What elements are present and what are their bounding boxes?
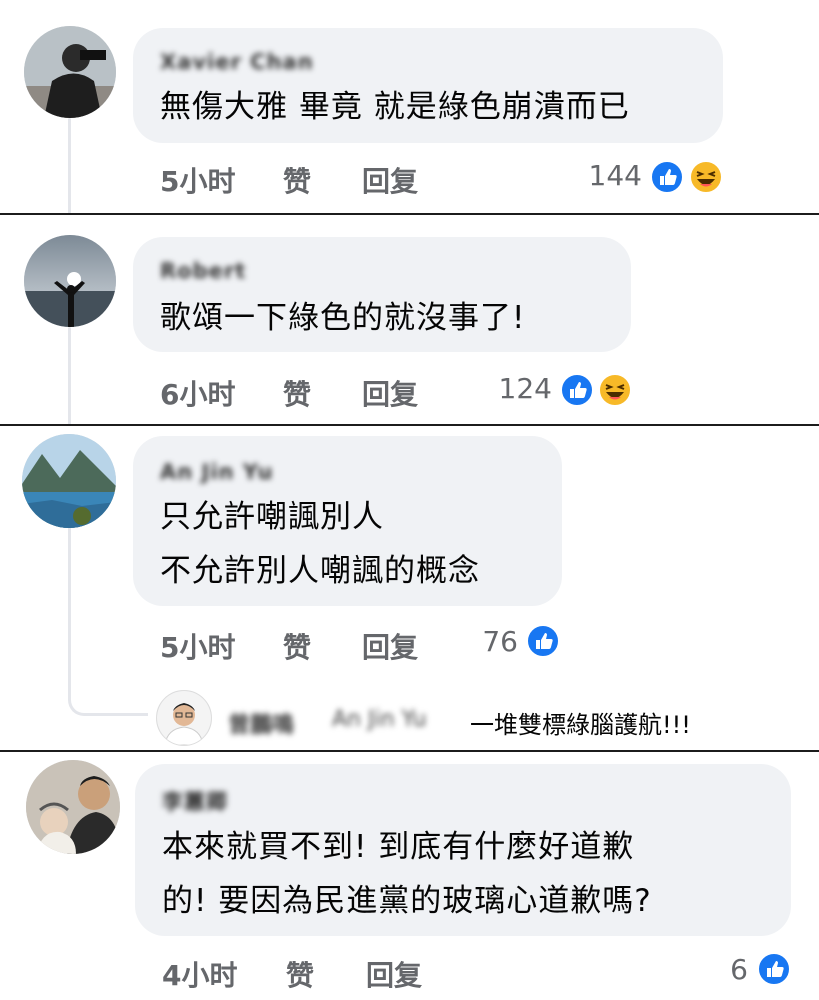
- comment-time[interactable]: 5小时: [160, 160, 235, 200]
- comment-author[interactable]: Robert: [160, 259, 246, 283]
- comment-line: 歌頌一下綠色的就沒事了!: [160, 300, 526, 336]
- reply-text: 一堆雙標綠腦護航!!!: [470, 711, 691, 739]
- comment-panel: An Jin Yu 只允許嘲諷別人 不允許別人嘲諷的概念 5小时 赞 回复 76…: [0, 426, 819, 750]
- comment-time[interactable]: 5小时: [160, 626, 235, 666]
- avatar[interactable]: [26, 760, 120, 854]
- comment-time[interactable]: 4小时: [162, 954, 237, 994]
- reply-author[interactable]: 曾鵬鳴: [228, 707, 294, 739]
- reply-button[interactable]: 回复: [366, 954, 422, 994]
- avatar[interactable]: [22, 434, 116, 528]
- reply-button[interactable]: 回复: [362, 160, 418, 200]
- comment-line: 的! 要因為民進黨的玻璃心道歉嗎?: [162, 883, 652, 919]
- haha-icon: [689, 160, 723, 194]
- comment-panel: Robert 歌頌一下綠色的就沒事了! 6小时 赞 回复 124: [0, 215, 819, 424]
- comment-text: 只允許嘲諷別人 不允許別人嘲諷的概念: [160, 490, 480, 598]
- like-icon: [526, 624, 560, 658]
- reply-avatar[interactable]: [156, 690, 212, 746]
- comment-text: 歌頌一下綠色的就沒事了!: [160, 291, 525, 345]
- avatar[interactable]: [24, 235, 116, 327]
- like-button[interactable]: 赞: [283, 160, 311, 200]
- comment-author[interactable]: An Jin Yu: [160, 460, 273, 484]
- like-button[interactable]: 赞: [283, 373, 311, 413]
- like-button[interactable]: 赞: [283, 626, 311, 666]
- comment-line: 無傷大雅 畢竟 就是綠色崩潰而已: [160, 89, 630, 125]
- comment-panel: 李蕙卿 本來就買不到! 到底有什麼好道歉 的! 要因為民進黨的玻璃心道歉嗎? 4…: [0, 752, 819, 1000]
- reaction-count[interactable]: 144: [560, 159, 642, 192]
- like-icon: [650, 160, 684, 194]
- like-icon: [560, 373, 594, 407]
- comment-author[interactable]: Xavier Chan: [160, 50, 314, 74]
- like-button[interactable]: 赞: [286, 954, 314, 994]
- reaction-count[interactable]: 6: [700, 953, 748, 986]
- reply-mention[interactable]: An Jin Yu: [332, 707, 426, 732]
- comment-line: 本來就買不到! 到底有什麼好道歉: [162, 829, 635, 865]
- like-icon: [757, 952, 791, 986]
- comment-author[interactable]: 李蕙卿: [162, 786, 228, 814]
- reaction-count[interactable]: 124: [470, 372, 552, 405]
- thread-line: [68, 118, 71, 213]
- reply-button[interactable]: 回复: [362, 626, 418, 666]
- comment-time[interactable]: 6小时: [160, 373, 235, 413]
- comment-line: 只允許嘲諷別人: [160, 499, 384, 535]
- haha-icon: [598, 373, 632, 407]
- comment-panel: Xavier Chan 無傷大雅 畢竟 就是綠色崩潰而已 5小时 赞 回复 14…: [0, 0, 819, 213]
- reply-button[interactable]: 回复: [362, 373, 418, 413]
- avatar[interactable]: [24, 26, 116, 118]
- reaction-count[interactable]: 76: [440, 625, 518, 658]
- comment-line: 不允許別人嘲諷的概念: [160, 553, 480, 589]
- thread-line: [68, 327, 71, 424]
- comment-text: 本來就買不到! 到底有什麼好道歉 的! 要因為民進黨的玻璃心道歉嗎?: [162, 820, 652, 928]
- comment-text: 無傷大雅 畢竟 就是綠色崩潰而已: [160, 80, 630, 134]
